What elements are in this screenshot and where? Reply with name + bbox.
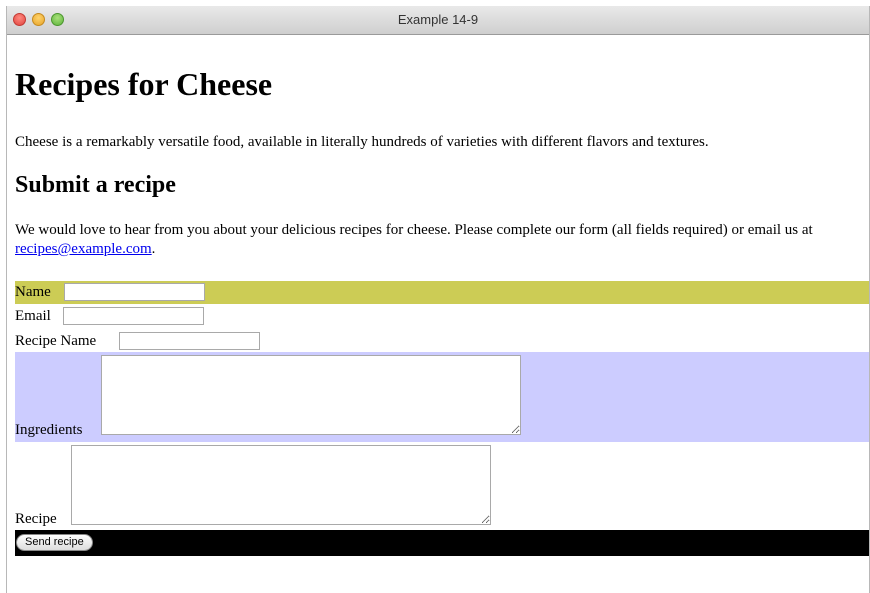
submit-heading: Submit a recipe	[15, 172, 176, 198]
ingredients-row: Ingredients	[15, 352, 869, 442]
recipe-name-label: Recipe Name	[15, 333, 97, 349]
email-link[interactable]: recipes@example.com	[15, 241, 152, 257]
recipe-label: Recipe	[15, 511, 57, 527]
recipe-name-row: Recipe Name	[15, 328, 869, 352]
title-bar: Example 14-9	[7, 6, 869, 35]
intro-text: Cheese is a remarkably versatile food, a…	[15, 134, 709, 150]
name-input[interactable]	[64, 283, 205, 301]
recipe-name-input[interactable]	[119, 332, 260, 350]
ingredients-label: Ingredients	[15, 422, 83, 438]
ingredients-textarea[interactable]	[101, 355, 521, 435]
description-end: .	[151, 241, 156, 257]
recipe-form: Name Email Recipe Name Ingredients Recip…	[15, 281, 869, 556]
description-body: We would love to hear from you about you…	[15, 222, 813, 238]
recipe-row: Recipe	[15, 442, 869, 530]
page-heading: Recipes for Cheese	[15, 66, 273, 102]
send-recipe-button[interactable]: Send recipe	[16, 534, 93, 551]
email-input[interactable]	[63, 307, 204, 325]
name-label: Name	[15, 284, 51, 300]
submit-row: Send recipe	[15, 530, 869, 556]
description-text: We would love to hear from you about you…	[15, 221, 869, 259]
email-label: Email	[15, 308, 51, 324]
window-title: Example 14-9	[397, 12, 479, 27]
recipe-textarea[interactable]	[71, 445, 491, 525]
name-row: Name	[15, 281, 869, 304]
email-row: Email	[15, 304, 869, 328]
browser-window: Example 14-9 Recipes for Cheese Cheese i…	[6, 6, 870, 593]
